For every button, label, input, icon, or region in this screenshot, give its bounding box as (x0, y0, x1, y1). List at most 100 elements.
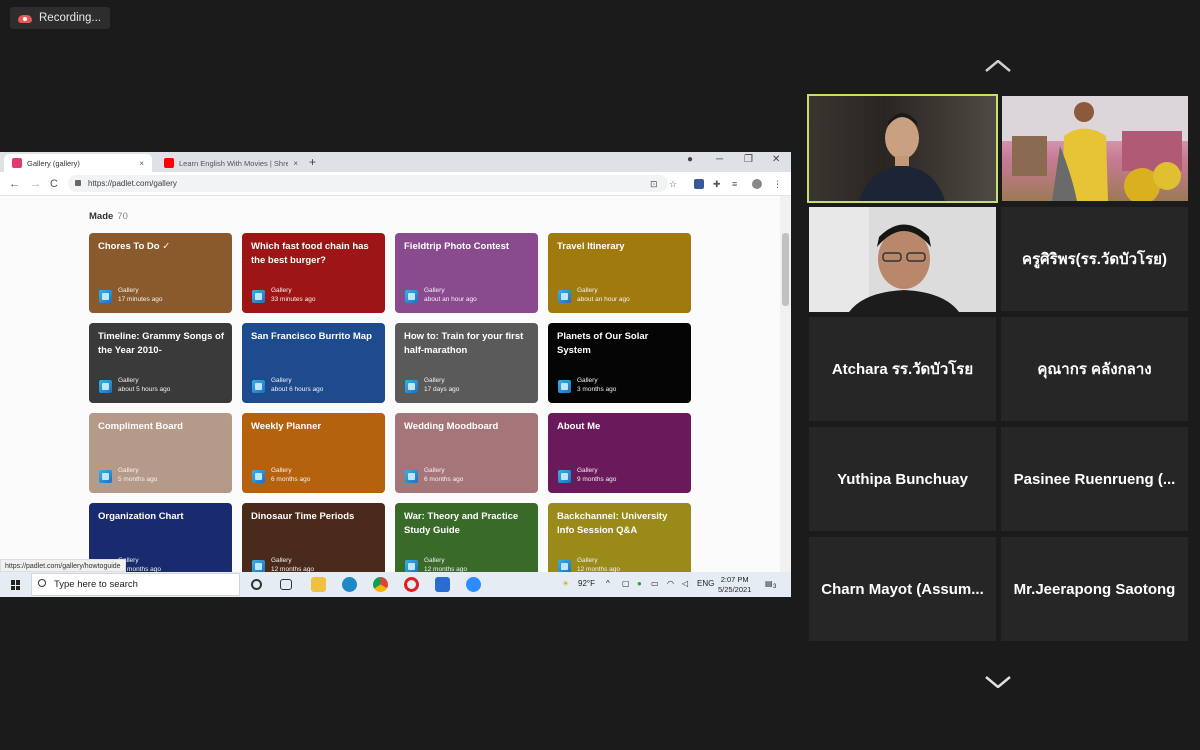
file-explorer-icon[interactable] (311, 577, 326, 592)
facebook-extension-icon[interactable] (694, 179, 704, 189)
padlet-card[interactable]: How to: Train for your first half-marath… (395, 323, 538, 403)
padlet-gallery-icon (558, 560, 571, 572)
padlet-card-meta: Gallery 17 days ago (424, 376, 459, 394)
temperature-label[interactable]: 92°F (578, 579, 595, 588)
tab-gallery[interactable]: Gallery (gallery) × (4, 154, 152, 172)
tab-learn-english[interactable]: Learn English With Movies | Shre × (156, 154, 306, 172)
windows-start-icon[interactable] (11, 580, 21, 590)
participant-tile[interactable]: Pasinee Ruenrueng (... (1001, 427, 1188, 531)
padlet-card-owner: Gallery (424, 287, 445, 294)
padlet-card-owner: Gallery (577, 557, 598, 564)
task-view-icon[interactable] (280, 579, 292, 590)
more-menu-icon[interactable]: ⋮ (773, 179, 783, 189)
participant-name: Mr.Jeerapong Saotong (1013, 580, 1176, 598)
participant-tile[interactable]: Mr.Jeerapong Saotong (1001, 537, 1188, 641)
minimize-button[interactable]: ─ (716, 154, 723, 165)
chevron-down-icon[interactable] (985, 676, 1011, 688)
star-icon[interactable]: ☆ (669, 179, 679, 189)
padlet-gallery-icon (558, 380, 571, 393)
padlet-card-meta: Gallery about 6 hours ago (271, 376, 323, 394)
padlet-card-owner: Gallery (577, 467, 598, 474)
padlet-card[interactable]: Backchannel: University Info Session Q&A… (548, 503, 691, 572)
wifi-icon[interactable]: ◠ (667, 579, 674, 588)
cortana-icon[interactable] (251, 579, 262, 590)
recording-indicator[interactable]: Recording... (10, 7, 111, 29)
profile-menu-icon[interactable]: ● (687, 154, 693, 165)
close-window-button[interactable]: ✕ (772, 154, 780, 165)
word-icon[interactable] (435, 577, 450, 592)
battery-icon[interactable]: ▭ (651, 579, 659, 588)
tab-close-icon[interactable]: × (139, 159, 144, 168)
padlet-card-meta: Gallery 12 months ago (271, 556, 314, 572)
padlet-gallery-icon (405, 290, 418, 303)
padlet-card-time: about 5 hours ago (118, 386, 171, 393)
participant-tile[interactable]: Yuthipa Bunchuay (809, 427, 996, 531)
scrollbar-thumb[interactable] (782, 233, 789, 306)
taskbar-search-field[interactable]: Type here to search (31, 573, 240, 596)
padlet-card[interactable]: About Me Gallery 9 months ago (548, 413, 691, 493)
new-tab-button[interactable]: + (309, 155, 316, 169)
volume-icon[interactable]: ◁ (682, 579, 688, 588)
padlet-card[interactable]: Weekly Planner Gallery 6 months ago (242, 413, 385, 493)
notification-icon[interactable]: ▤ (765, 579, 773, 588)
opera-icon[interactable] (404, 577, 419, 592)
chevron-up-icon[interactable] (985, 60, 1011, 72)
chrome-icon[interactable] (373, 577, 388, 592)
taskbar-clock[interactable]: 2:07 PM 5/25/2021 (718, 575, 751, 595)
padlet-card[interactable]: Wedding Moodboard Gallery 6 months ago (395, 413, 538, 493)
reading-list-icon[interactable]: ≡ (732, 179, 742, 189)
padlet-gallery-icon (405, 380, 418, 393)
participant-video-2[interactable] (1002, 96, 1188, 201)
padlet-card-title: About Me (557, 421, 601, 432)
padlet-card-title: San Francisco Burrito Map (251, 331, 372, 342)
padlet-card[interactable]: Chores To Do ✓ Gallery 17 minutes ago (89, 233, 232, 313)
maximize-button[interactable]: ❐ (744, 154, 753, 165)
edge-icon[interactable] (342, 577, 357, 592)
forward-arrow-icon[interactable]: → (30, 178, 41, 190)
padlet-card[interactable]: Which fast food chain has the best burge… (242, 233, 385, 313)
windows-taskbar: Type here to search ☀ 92°F ^ ▢ ● ▭ ◠ ◁ E… (0, 572, 791, 597)
padlet-card-title: How to: Train for your first half-marath… (404, 331, 524, 356)
language-indicator[interactable]: ENG (697, 579, 714, 588)
participant-tile[interactable]: Charn Mayot (Assum... (809, 537, 996, 641)
cloud-record-icon (18, 14, 32, 23)
padlet-card[interactable]: Dinosaur Time Periods Gallery 12 months ag… (242, 503, 385, 572)
tray-chevron-icon[interactable]: ^ (606, 579, 610, 588)
padlet-card[interactable]: Planets of Our Solar System Gallery 3 mont… (548, 323, 691, 403)
profile-avatar-icon[interactable] (752, 179, 762, 189)
link-status-url: https://padlet.com/gallery/howtoguide (0, 559, 126, 572)
padlet-gallery-icon (252, 560, 265, 572)
page-scrollbar[interactable] (780, 196, 791, 572)
url-field[interactable]: https://padlet.com/gallery (68, 175, 668, 192)
padlet-card-title: Compliment Board (98, 421, 183, 432)
padlet-card[interactable]: Fieldtrip Photo Contest Gallery about an h… (395, 233, 538, 313)
tray-app-icon[interactable]: ▢ (622, 579, 630, 588)
tray-green-app-icon[interactable]: ● (637, 579, 642, 588)
padlet-card-owner: Gallery (271, 557, 292, 564)
participant-tile[interactable]: คุณากร คลังกลาง (1001, 317, 1188, 421)
padlet-card[interactable]: San Francisco Burrito Map Gallery about 6 … (242, 323, 385, 403)
padlet-card[interactable]: Travel Itinerary Gallery about an hour ago (548, 233, 691, 313)
participant-video-active-speaker[interactable] (807, 94, 998, 203)
padlet-gallery-icon (252, 290, 265, 303)
shared-screen: Gallery (gallery) × Learn English With M… (0, 152, 791, 597)
weather-icon[interactable]: ☀ (562, 579, 569, 588)
padlet-gallery-icon (252, 470, 265, 483)
puzzle-extension-icon[interactable]: ✚ (713, 179, 723, 189)
install-app-icon[interactable]: ⊡ (650, 179, 660, 189)
zoom-icon[interactable] (466, 577, 481, 592)
tab-close-icon[interactable]: × (293, 159, 298, 168)
padlet-card-meta: Gallery 5 months ago (118, 466, 157, 484)
reload-icon[interactable]: C (50, 178, 58, 190)
padlet-card-title: Organization Chart (98, 511, 184, 522)
clock-time: 2:07 PM (720, 575, 749, 584)
participant-tile[interactable]: Atchara รร.วัดบัวโรย (809, 317, 996, 421)
participant-video-3[interactable] (809, 207, 996, 312)
lock-icon (75, 180, 81, 186)
padlet-card[interactable]: Compliment Board Gallery 5 months ago (89, 413, 232, 493)
padlet-card[interactable]: War: Theory and Practice Study Guide Gall… (395, 503, 538, 572)
padlet-card-title: Wedding Moodboard (404, 421, 499, 432)
participant-tile[interactable]: ครูศิริพร(รร.วัดบัวโรย) (1001, 207, 1188, 311)
back-arrow-icon[interactable]: ← (9, 178, 20, 190)
padlet-card[interactable]: Timeline: Grammy Songs of the Year 2010-… (89, 323, 232, 403)
